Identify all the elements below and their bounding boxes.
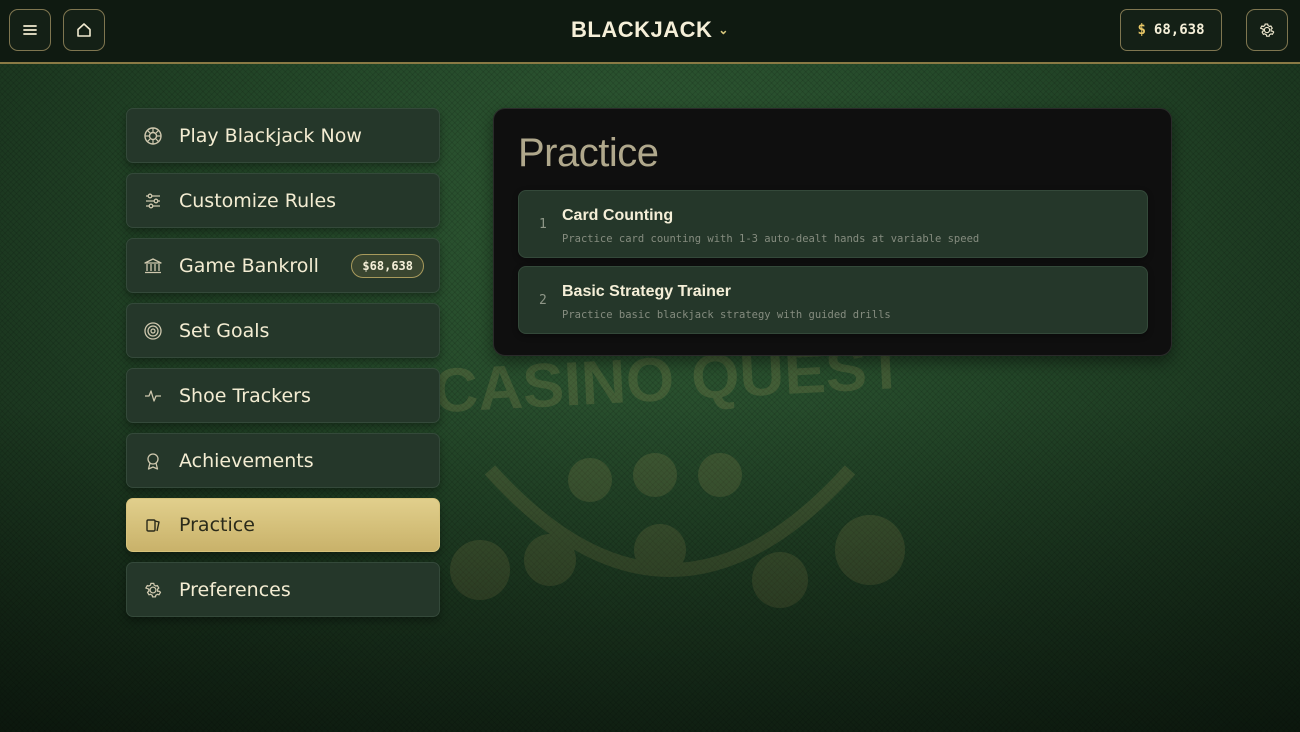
sidebar-item-label: Practice: [179, 514, 255, 536]
settings-button[interactable]: [1246, 9, 1288, 51]
sidebar-item-label: Customize Rules: [179, 189, 337, 212]
sidebar-item-label: Shoe Trackers: [179, 384, 311, 407]
sidebar-item-label: Play Blackjack Now: [179, 124, 362, 147]
item-title: Card Counting: [562, 207, 674, 224]
sidebar-item-preferences[interactable]: Preferences: [126, 562, 440, 617]
sidebar-item-achievements[interactable]: Achievements: [126, 433, 440, 488]
bankroll-badge: $68,638: [351, 254, 424, 278]
pulse-icon: [143, 386, 163, 406]
sidebar-menu: Play Blackjack Now Customize Rules Game …: [126, 108, 440, 627]
sliders-icon: [143, 191, 163, 211]
sidebar-item-game-bankroll[interactable]: Game Bankroll $68,638: [126, 238, 440, 293]
sidebar-item-customize-rules[interactable]: Customize Rules: [126, 173, 440, 228]
balance-display[interactable]: $ 68,638: [1120, 9, 1222, 51]
award-icon: [143, 451, 163, 471]
bank-icon: [143, 256, 163, 276]
currency-symbol: $: [1137, 22, 1146, 38]
chevron-down-icon: ⌄: [718, 23, 729, 37]
balance-amount: 68,638: [1153, 22, 1205, 38]
practice-panel: Practice 1 Card Counting Practice card c…: [493, 108, 1172, 356]
practice-item-basic-strategy-trainer[interactable]: 2 Basic Strategy Trainer Practice basic …: [518, 266, 1148, 334]
item-description: Practice basic blackjack strategy with g…: [562, 309, 891, 321]
cards-icon: [143, 515, 163, 535]
game-title: BLACKJACK: [571, 17, 713, 42]
sidebar-item-label: Game Bankroll: [179, 254, 319, 277]
item-description: Practice card counting with 1-3 auto-dea…: [562, 233, 980, 245]
game-title-dropdown[interactable]: BLACKJACK ⌄: [0, 17, 1300, 43]
gear-icon: [143, 580, 163, 600]
gear-icon: [1259, 23, 1275, 37]
sidebar-item-practice[interactable]: Practice: [126, 498, 440, 552]
item-number: 1: [539, 217, 547, 232]
target-icon: [143, 321, 163, 341]
casino-chip-icon: [143, 126, 163, 146]
practice-item-card-counting[interactable]: 1 Card Counting Practice card counting w…: [518, 190, 1148, 258]
item-title: Basic Strategy Trainer: [562, 283, 731, 300]
sidebar-item-label: Preferences: [179, 578, 291, 601]
sidebar-item-label: Achievements: [179, 449, 314, 472]
sidebar-item-set-goals[interactable]: Set Goals: [126, 303, 440, 358]
sidebar-item-label: Set Goals: [179, 319, 270, 342]
sidebar-item-play-blackjack-now[interactable]: Play Blackjack Now: [126, 108, 440, 163]
sidebar-item-shoe-trackers[interactable]: Shoe Trackers: [126, 368, 440, 423]
item-number: 2: [539, 293, 547, 308]
top-bar: BLACKJACK ⌄ $ 68,638: [0, 0, 1300, 64]
panel-title: Practice: [518, 131, 659, 175]
